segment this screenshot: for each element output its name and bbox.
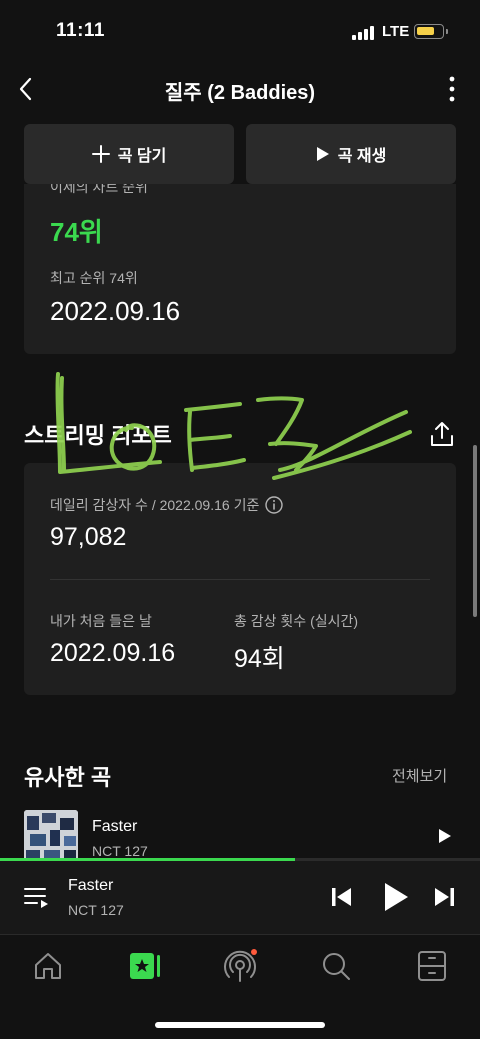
view-all-link[interactable]: 전체보기 [392, 765, 447, 786]
previous-button[interactable] [330, 885, 354, 914]
nav-home[interactable] [28, 948, 68, 984]
battery-icon [414, 24, 444, 39]
previous-rank-label: 이제의 차트 순위 [50, 184, 148, 195]
podcast-icon [224, 949, 257, 982]
play-song-button[interactable]: 곡 재생 [246, 124, 456, 184]
song-artist: NCT 127 [92, 843, 148, 859]
header: 질주 (2 Baddies) [0, 64, 480, 114]
streaming-report-card: 데일리 감상자 수 / 2022.09.16 기준 97,082 내가 처음 들… [24, 463, 456, 695]
current-rank: 74위 [50, 217, 103, 247]
daily-listeners-value: 97,082 [50, 523, 127, 551]
nav-library[interactable] [124, 948, 164, 984]
mini-player[interactable]: Faster NCT 127 [0, 861, 480, 935]
status-bar: 11:11 LTE [0, 0, 480, 62]
page-title: 질주 (2 Baddies) [164, 82, 316, 104]
status-time: 11:11 [56, 20, 105, 41]
divider [50, 579, 430, 580]
now-playing-title: Faster [68, 877, 114, 894]
now-playing-artist: NCT 127 [68, 902, 124, 918]
info-icon[interactable] [265, 496, 284, 514]
home-indicator[interactable] [155, 1022, 325, 1028]
queue-icon [24, 888, 48, 908]
album-art [24, 810, 78, 860]
best-rank-date: 2022.09.16 [50, 296, 181, 326]
plus-icon [91, 145, 110, 163]
cellular-signal-icon [352, 26, 376, 40]
first-listen-date: 2022.09.16 [50, 639, 176, 667]
home-icon [35, 953, 61, 979]
similar-songs-title: 유사한 곡 [24, 765, 112, 790]
add-label: 곡 담기 [117, 148, 167, 165]
total-plays-value: 94회 [234, 645, 285, 673]
share-icon [431, 422, 453, 446]
chart-rank-card: 이제의 차트 순위 74위 최고 순위 74위 2022.09.16 [24, 184, 456, 354]
streaming-report-title: 스트리밍 리포트 [24, 423, 172, 448]
nav-podcast[interactable] [220, 948, 260, 984]
play-label: 곡 재생 [337, 148, 387, 165]
storage-icon [418, 951, 446, 981]
skip-back-icon [332, 888, 351, 906]
total-plays-label: 총 감상 횟수 (실시간) [234, 613, 359, 629]
scrollbar[interactable] [473, 445, 477, 617]
list-item[interactable]: Faster NCT 127 [24, 810, 456, 860]
daily-listeners-label: 데일리 감상자 수 / 2022.09.16 기준 [50, 495, 284, 515]
nav-search[interactable] [316, 948, 356, 984]
nav-storage[interactable] [412, 948, 452, 984]
next-button[interactable] [432, 885, 456, 914]
play-icon [385, 883, 408, 911]
daily-listeners-text: 데일리 감상자 수 / 2022.09.16 기준 [50, 497, 260, 513]
song-play-button[interactable] [438, 828, 452, 849]
play-icon [316, 146, 330, 162]
network-type: LTE [382, 23, 410, 40]
add-to-playlist-button[interactable]: 곡 담기 [24, 124, 234, 184]
more-button[interactable] [440, 74, 464, 104]
share-button[interactable] [428, 420, 456, 448]
battery-cap [446, 29, 448, 34]
more-vertical-icon [449, 76, 455, 102]
play-button[interactable] [382, 881, 410, 918]
play-icon [439, 829, 451, 843]
song-title: Faster [92, 818, 138, 835]
skip-forward-icon [435, 888, 454, 906]
queue-button[interactable] [24, 885, 50, 914]
search-icon [323, 953, 350, 980]
best-rank-label: 최고 순위 74위 [50, 270, 138, 286]
first-listen-label: 내가 처음 들은 날 [50, 613, 152, 629]
library-icon [130, 953, 160, 979]
